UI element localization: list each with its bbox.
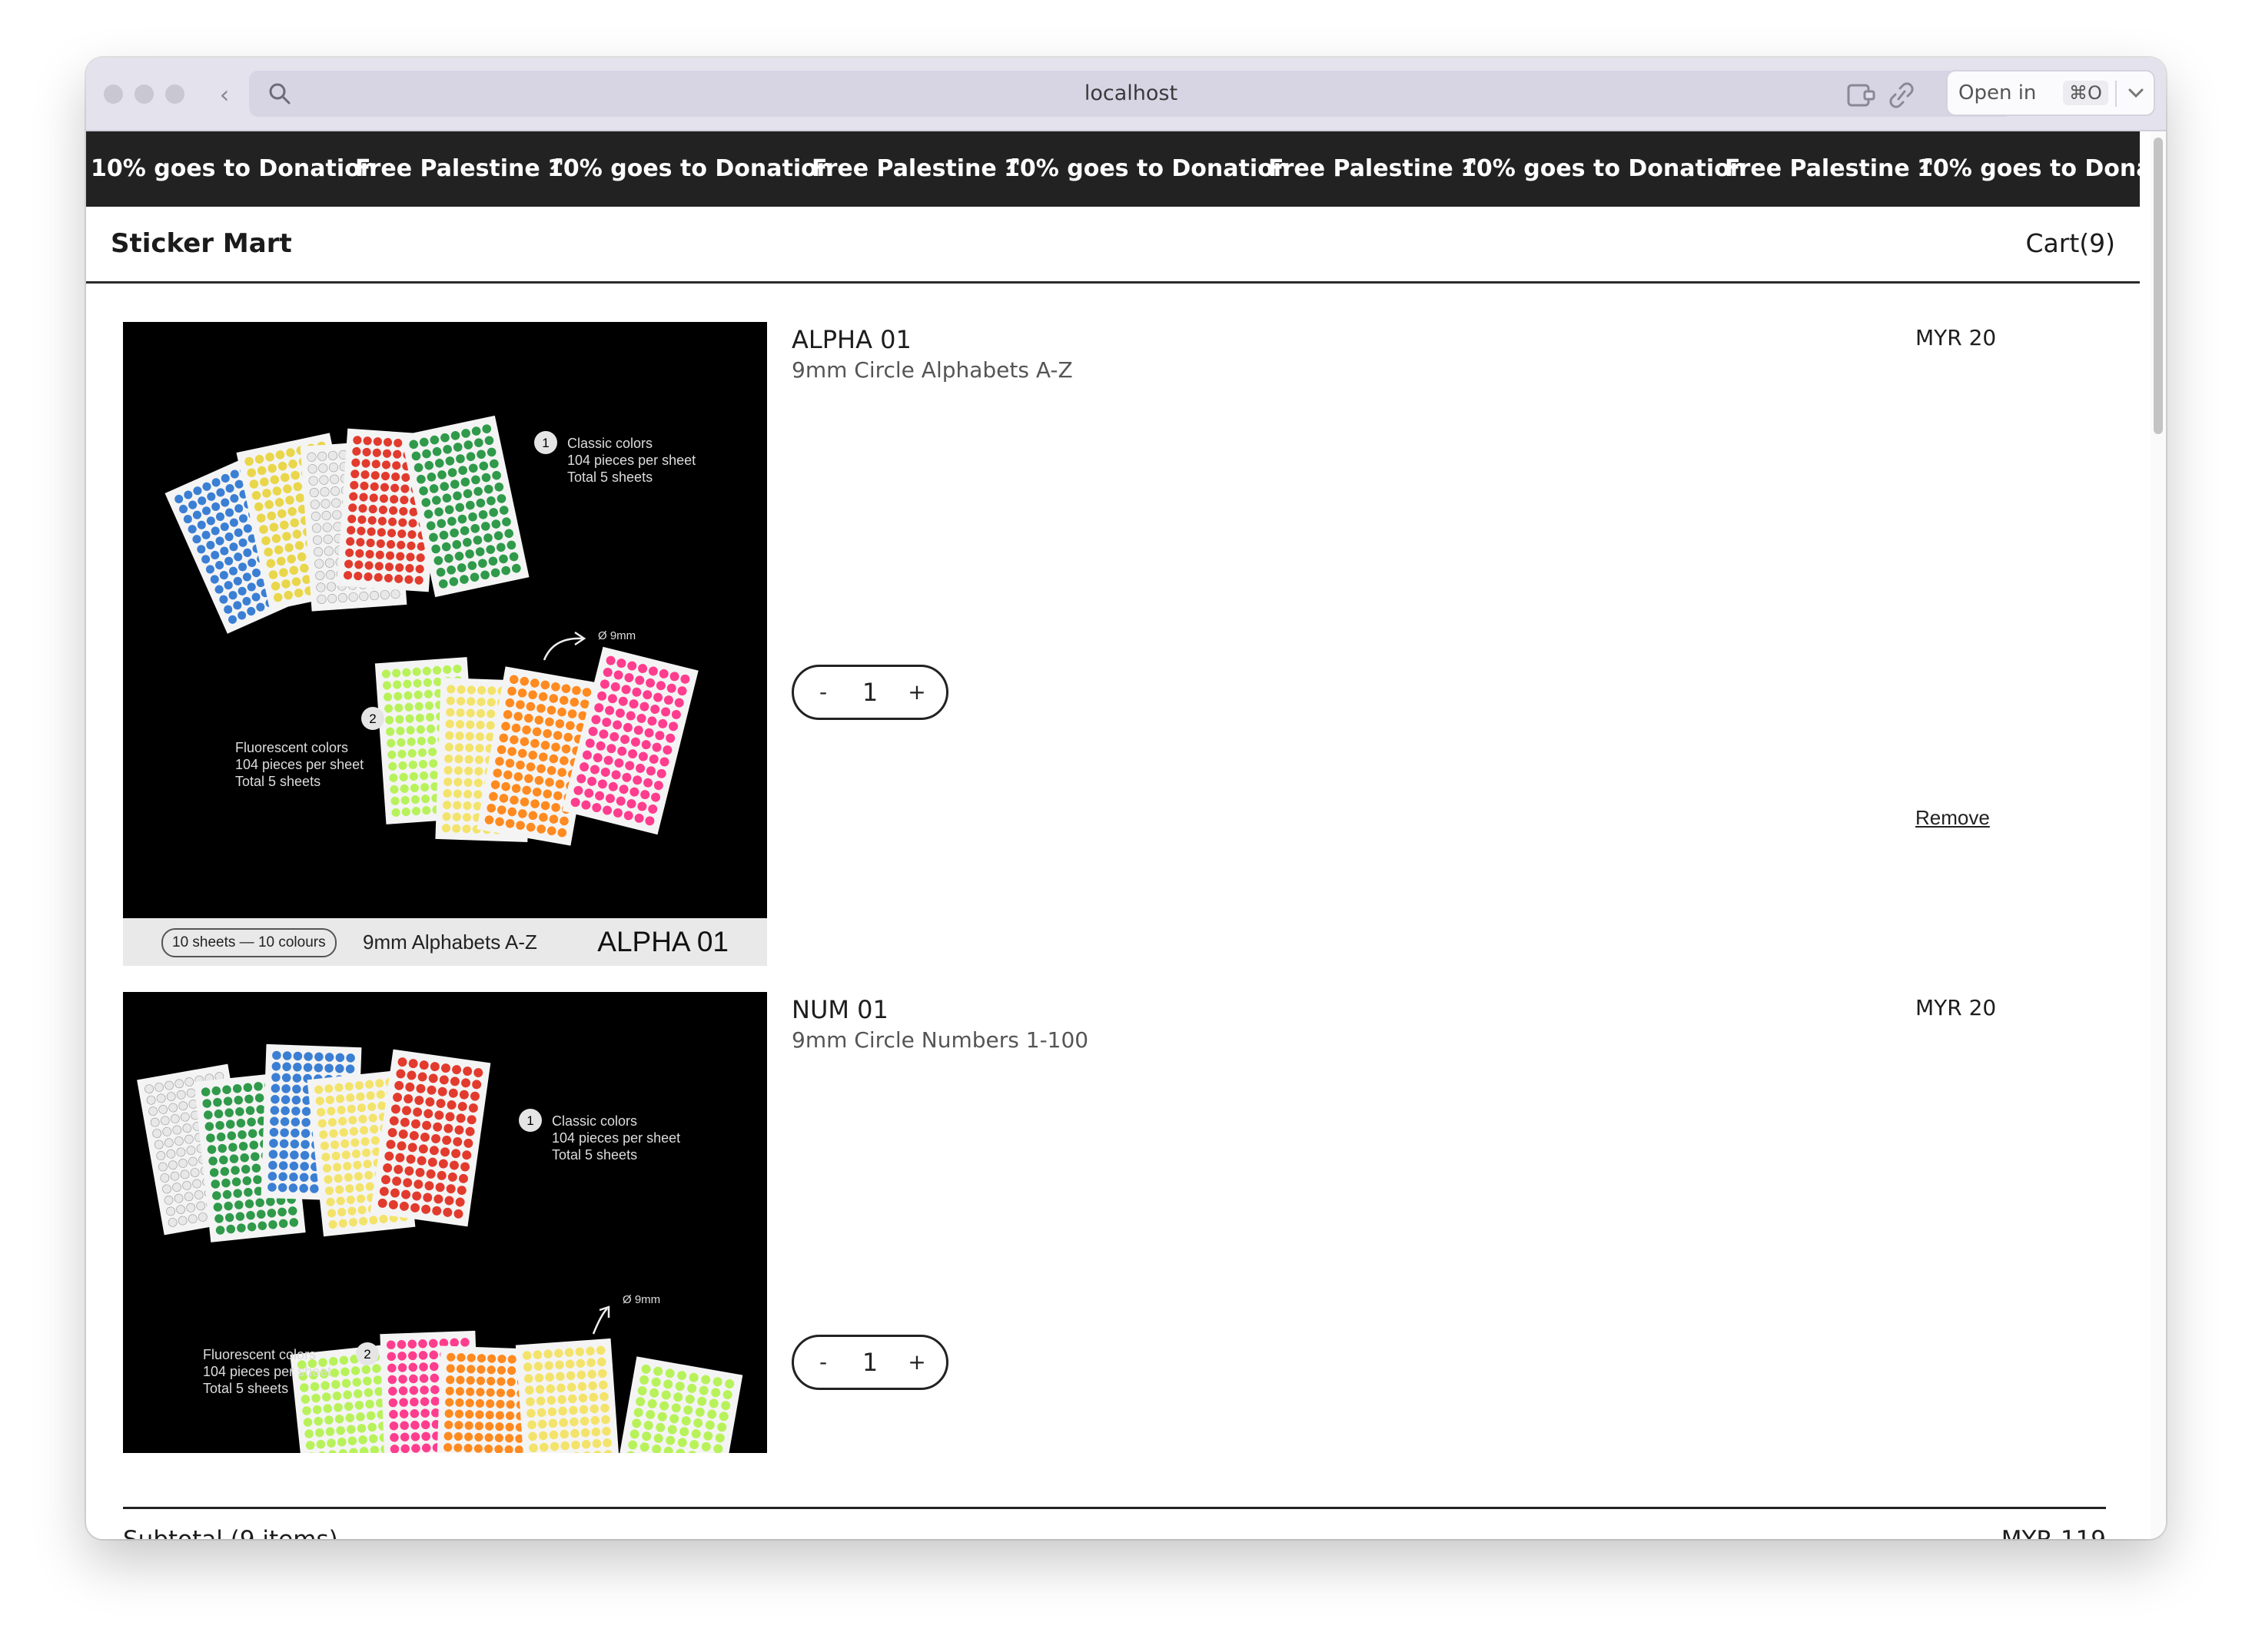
fluorescent-label-line: Total 5 sheets: [203, 1381, 288, 1396]
label-number: 2: [364, 1347, 370, 1362]
sticker-sheet: [562, 646, 699, 835]
classic-label-line: Total 5 sheets: [567, 469, 653, 485]
classic-label-line: Classic colors: [567, 436, 653, 451]
sticker-sheet: [610, 1356, 743, 1453]
remove-item-link[interactable]: Remove: [1915, 806, 1990, 830]
quantity-value: 1: [862, 1348, 879, 1377]
classic-label-line: Total 5 sheets: [552, 1147, 637, 1163]
product-name[interactable]: NUM 01: [792, 995, 889, 1024]
classic-label-line: Classic colors: [552, 1113, 637, 1129]
donation-text: 10% goes to Donation: [91, 155, 377, 182]
fluorescent-label-line: Fluorescent colors: [235, 740, 348, 755]
quantity-stepper: - 1 +: [792, 1335, 948, 1390]
fluorescent-label-line: Total 5 sheets: [235, 774, 321, 789]
cart-item: 1 Classic colors 104 pieces per sheet To…: [123, 322, 2106, 966]
product-variant: 9mm Circle Numbers 1-100: [792, 1027, 1089, 1053]
donation-text: 10% goes to Donation: [1460, 155, 1747, 182]
product-image[interactable]: 1 Classic colors 104 pieces per sheet To…: [123, 322, 767, 966]
close-window-button[interactable]: [104, 85, 123, 104]
free-palestine-label: Free Palestine: [812, 155, 997, 182]
donation-text: 10% goes to Donation: [1004, 155, 1290, 182]
page-viewport: 10% goes to Donation Free Palestine ↗ 10%…: [86, 131, 2166, 1539]
product-name[interactable]: ALPHA 01: [792, 325, 912, 354]
open-in-shortcut: ⌘O: [2063, 81, 2108, 105]
label-number: 2: [369, 712, 376, 726]
sticker-sheets-illustration: 1 Classic colors 104 pieces per sheet To…: [137, 1043, 743, 1453]
caption-pill: 10 sheets — 10 colours: [161, 928, 337, 957]
zoom-window-button[interactable]: [165, 85, 184, 104]
product-price: MYR 20: [1915, 995, 1997, 1020]
cart-item: 1 Classic colors 104 pieces per sheet To…: [123, 992, 2106, 1453]
minimize-window-button[interactable]: [135, 85, 154, 104]
site-header: Sticker Mart Cart(9): [86, 207, 2140, 284]
diameter-label: Ø 9mm: [598, 629, 636, 642]
brand-logo-text[interactable]: Sticker Mart: [111, 207, 292, 280]
classic-label-line: 104 pieces per sheet: [552, 1130, 680, 1146]
free-palestine-link[interactable]: Free Palestine ↗: [812, 131, 1021, 207]
free-palestine-label: Free Palestine: [355, 155, 540, 182]
chevron-down-icon[interactable]: [2126, 82, 2146, 104]
free-palestine-label: Free Palestine: [1268, 155, 1453, 182]
increase-quantity-button[interactable]: +: [895, 1337, 938, 1388]
extension-icon[interactable]: [1846, 82, 1877, 108]
sticker-sheets-illustration: 1 Classic colors 104 pieces per sheet To…: [164, 415, 699, 846]
label-number: 1: [526, 1113, 533, 1128]
url-text: localhost: [1084, 81, 1178, 105]
back-icon[interactable]: ‹: [209, 78, 240, 111]
cart-link[interactable]: Cart(9): [2025, 207, 2115, 280]
sticker-sheet: [515, 1338, 623, 1453]
browser-window: ‹ localhost Open in ⌘O 10% goes to Donat…: [86, 58, 2166, 1539]
classic-label-line: 104 pieces per sheet: [567, 453, 696, 468]
subtotal-label: Subtotal (9 items): [123, 1526, 338, 1539]
fluorescent-label-line: 104 pieces per sheet: [235, 757, 364, 772]
fluorescent-label-line: Fluorescent colors: [203, 1347, 316, 1362]
donation-text: 10% goes to Donation: [1917, 155, 2140, 182]
quantity-stepper: - 1 +: [792, 665, 948, 720]
divider: [2115, 81, 2117, 107]
quantity-value: 1: [862, 678, 879, 707]
caption-product-code: ALPHA 01: [597, 926, 729, 957]
address-bar[interactable]: localhost: [249, 71, 2013, 117]
donation-text: 10% goes to Donation: [547, 155, 834, 182]
product-price: MYR 20: [1915, 325, 1997, 350]
link-icon[interactable]: [1886, 81, 1917, 110]
free-palestine-link[interactable]: Free Palestine ↗: [1725, 131, 1935, 207]
browser-titlebar: ‹ localhost Open in ⌘O: [86, 58, 2166, 131]
increase-quantity-button[interactable]: +: [895, 667, 938, 718]
divider: [123, 1507, 2106, 1509]
diameter-label: Ø 9mm: [623, 1293, 660, 1306]
free-palestine-link[interactable]: Free Palestine ↗: [1268, 131, 1478, 207]
open-in-label: Open in: [1958, 81, 2037, 104]
subtotal-value: MYR 119: [2001, 1526, 2106, 1539]
caption-description: 9mm Alphabets A-Z: [363, 930, 537, 954]
free-palestine-label: Free Palestine: [1725, 155, 1910, 182]
scrollbar-thumb[interactable]: [2154, 138, 2163, 434]
image-caption-bar: 10 sheets — 10 colours 9mm Alphabets A-Z…: [123, 918, 767, 966]
product-variant: 9mm Circle Alphabets A-Z: [792, 357, 1073, 383]
announcement-marquee: 10% goes to Donation Free Palestine ↗ 10%…: [86, 131, 2140, 207]
open-in-button[interactable]: Open in ⌘O: [1946, 70, 2155, 116]
free-palestine-link[interactable]: Free Palestine ↗: [355, 131, 565, 207]
product-image[interactable]: 1 Classic colors 104 pieces per sheet To…: [123, 992, 767, 1453]
label-number: 1: [542, 436, 549, 450]
fluorescent-label-line: 104 pieces per sheet: [203, 1364, 331, 1379]
